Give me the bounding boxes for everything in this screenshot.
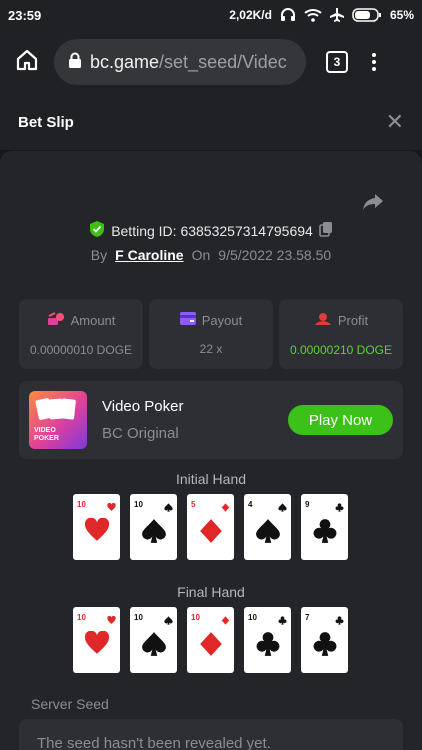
playing-card: 10 [244,607,291,673]
share-icon[interactable] [362,193,384,216]
user-link[interactable]: F Caroline [115,247,183,263]
heart-suit-icon [107,612,116,630]
thumb-text-2: POKER [34,435,59,442]
address-bar[interactable]: bc.game/set_seed/Videc [54,39,306,85]
playing-card: 10 [187,607,234,673]
betting-id: Betting ID: 63853257314795694 [111,222,313,239]
close-icon[interactable]: ✕ [386,111,404,133]
club-suit-icon [278,612,287,630]
club-suit-icon [312,631,338,662]
playing-card: 9 [301,494,348,560]
bet-date: 9/5/2022 23.58.50 [218,247,332,263]
headphones-icon [280,8,296,22]
server-seed-field: The seed hasn't been revealed yet. [19,719,403,750]
amount-icon [47,311,65,329]
more-menu-icon[interactable] [372,53,376,71]
game-name: Video Poker [102,398,184,415]
battery-icon [352,8,382,22]
profit-card: Profit 0.00000210 DOGE [279,299,403,369]
url-path: /set_seed/Videc [159,51,287,72]
payout-value: 22 x [199,342,223,356]
club-suit-icon [335,499,344,517]
spade-suit-icon [141,518,167,549]
card-rank: 9 [305,500,310,509]
amount-value: 0.00000010 DOGE [29,342,133,357]
card-rank: 7 [305,613,310,622]
diamond-suit-icon [198,518,224,549]
diamond-suit-icon [221,612,230,630]
heart-suit-icon [84,517,110,549]
thumb-text-1: VIDEO [34,427,56,434]
battery-level: 65% [389,8,414,22]
network-speed: 2,02K/d [229,8,272,22]
card-rank: 10 [191,613,200,622]
card-rank: 10 [134,613,143,622]
home-button[interactable] [0,48,54,77]
playing-card: 5 [187,494,234,560]
payout-icon [179,312,196,328]
stats-row: Amount 0.00000010 DOGE Payout 22 x Profi… [19,299,403,369]
heart-suit-icon [84,630,110,662]
video-poker-thumbnail[interactable]: VIDEO POKER [29,391,87,449]
spade-suit-icon [255,518,281,549]
game-card: VIDEO POKER Video Poker BC Original Play … [19,381,403,459]
copy-icon[interactable] [319,221,333,240]
playing-card: 10 [130,494,177,560]
play-now-button[interactable]: Play Now [288,405,393,435]
modal-title: Bet Slip [18,113,74,131]
card-rank: 4 [248,500,253,509]
playing-card: 10 [73,494,120,560]
club-suit-icon [312,518,338,549]
club-suit-icon [335,612,344,630]
status-bar: 23:59 2,02K/d 65% [0,0,422,30]
amount-card: Amount 0.00000010 DOGE [19,299,143,369]
lock-icon [68,52,82,73]
playing-card: 7 [301,607,348,673]
wifi-icon [304,8,322,22]
browser-toolbar: bc.game/set_seed/Videc 3 [0,30,422,94]
final-hand-label: Final Hand [177,584,245,600]
spade-suit-icon [164,499,173,517]
playing-card: 10 [130,607,177,673]
game-subtitle: BC Original [102,425,179,442]
verified-shield-icon [89,221,105,240]
by-label: By [90,247,108,263]
airplane-icon [329,8,344,22]
spade-suit-icon [141,631,167,662]
diamond-suit-icon [198,631,224,662]
tab-switcher-button[interactable]: 3 [326,51,348,73]
home-icon [15,48,39,77]
card-rank: 10 [77,613,86,622]
club-suit-icon [255,631,281,662]
bet-slip-panel: Betting ID: 63853257314795694 By F Carol… [0,151,422,750]
server-seed-label: Server Seed [31,696,109,712]
betting-id-row: Betting ID: 63853257314795694 [0,221,422,240]
on-label: On [191,247,211,263]
card-rank: 10 [77,500,86,509]
initial-hand: 10 10 5 4 9 [73,494,348,560]
payout-label: Payout [201,312,243,328]
profit-label: Profit [337,312,369,328]
payout-card: Payout 22 x [149,299,273,369]
bet-byline: By F Caroline On 9/5/2022 23.58.50 [0,247,422,263]
amount-label: Amount [70,312,116,328]
initial-hand-label: Initial Hand [175,471,247,487]
modal-header: Bet Slip ✕ [0,94,422,150]
final-hand: 10 10 10 10 7 [73,607,348,673]
status-time: 23:59 [8,7,42,23]
heart-suit-icon [107,499,116,517]
card-rank: 5 [191,500,196,509]
playing-card: 10 [73,607,120,673]
spade-suit-icon [164,612,173,630]
profit-value: 0.00000210 DOGE [289,342,393,357]
card-rank: 10 [248,613,257,622]
diamond-suit-icon [221,499,230,517]
profit-icon [314,312,332,329]
playing-card: 4 [244,494,291,560]
url-host: bc.game [90,51,160,72]
card-rank: 10 [134,500,143,509]
spade-suit-icon [278,499,287,517]
